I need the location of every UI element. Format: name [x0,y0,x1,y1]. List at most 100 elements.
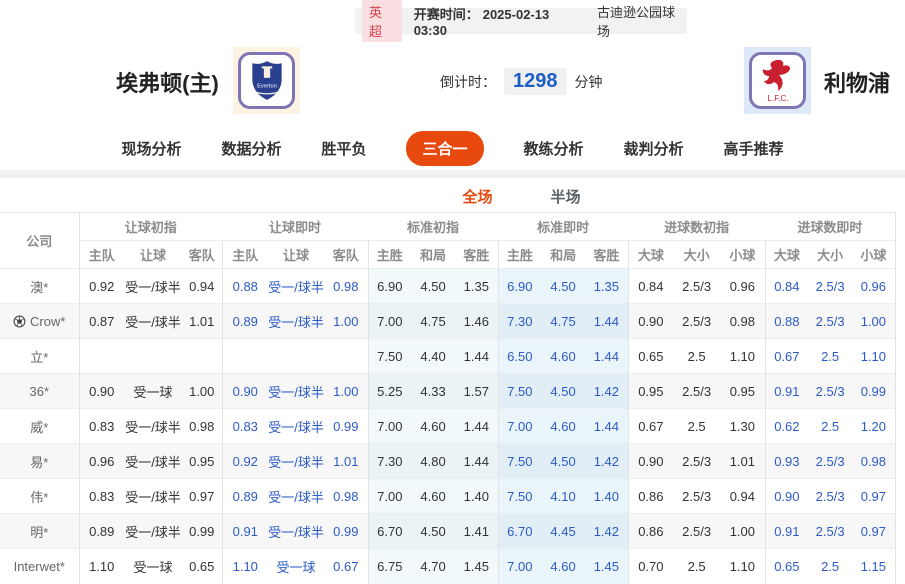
league-badge[interactable]: 英超 [362,0,402,42]
odds-cell[interactable]: 1.44 [585,303,629,339]
nav-tab-5[interactable]: 教练分析 [524,138,584,159]
odds-cell[interactable]: 2.5/3 [673,513,721,549]
odds-cell[interactable]: 4.40 [411,338,456,374]
odds-cell[interactable]: 4.80 [411,443,456,479]
odds-cell[interactable]: 0.92 [221,443,269,479]
company-cell[interactable]: 易* [0,443,80,479]
odds-cell[interactable]: 受一/球半 [268,373,325,409]
nav-tab-6[interactable]: 裁判分析 [624,138,684,159]
odds-cell[interactable]: 0.96 [720,268,766,304]
odds-cell[interactable]: 1.44 [585,408,629,444]
odds-cell[interactable]: 1.10 [720,548,766,584]
odds-cell[interactable]: 0.95 [182,443,223,479]
odds-cell[interactable]: 2.5/3 [808,478,853,514]
odds-cell[interactable]: 6.75 [367,548,412,584]
odds-cell[interactable]: 受一/球半 [268,303,325,339]
odds-cell[interactable]: 7.30 [497,303,542,339]
odds-cell[interactable]: 7.00 [367,478,412,514]
odds-cell[interactable]: 1.01 [720,443,766,479]
odds-cell[interactable]: 受一/球半 [268,478,325,514]
odds-cell[interactable]: 0.98 [182,408,223,444]
odds-cell[interactable]: 4.60 [411,478,456,514]
odds-cell[interactable]: 0.65 [182,548,223,584]
odds-cell[interactable]: 2.5/3 [808,443,853,479]
odds-cell[interactable]: 0.89 [221,478,269,514]
odds-cell[interactable]: 4.60 [541,548,586,584]
company-cell[interactable]: Crow* [0,303,80,339]
odds-cell[interactable]: 7.00 [367,408,412,444]
odds-cell[interactable]: 6.50 [497,338,542,374]
odds-cell[interactable]: 1.35 [585,268,629,304]
odds-cell[interactable]: 受一/球半 [124,408,182,444]
odds-cell[interactable]: 7.00 [497,548,542,584]
odds-cell[interactable]: 1.00 [324,303,369,339]
odds-cell[interactable]: 7.00 [367,303,412,339]
odds-cell[interactable]: 1.44 [585,338,629,374]
odds-cell[interactable]: 1.42 [585,443,629,479]
odds-cell[interactable]: 2.5 [808,548,853,584]
odds-cell[interactable]: 0.97 [182,478,223,514]
odds-cell[interactable]: 受一球 [124,548,182,584]
odds-cell[interactable]: 1.40 [455,478,499,514]
odds-cell[interactable]: 1.30 [720,408,766,444]
odds-cell[interactable]: 6.90 [367,268,412,304]
company-cell[interactable]: 澳* [0,268,80,304]
odds-cell[interactable]: 7.50 [497,478,542,514]
odds-cell[interactable]: 4.10 [541,478,586,514]
odds-cell[interactable]: 1.44 [455,338,499,374]
odds-cell[interactable]: 4.60 [411,408,456,444]
odds-cell[interactable]: 受一/球半 [124,513,182,549]
odds-cell[interactable]: 4.60 [541,408,586,444]
odds-cell[interactable]: 1.01 [182,303,223,339]
odds-cell[interactable]: 1.41 [455,513,499,549]
odds-cell[interactable]: 1.20 [852,408,896,444]
odds-cell[interactable]: 0.90 [764,478,809,514]
odds-cell[interactable]: 4.45 [541,513,586,549]
odds-cell[interactable]: 1.42 [585,513,629,549]
odds-cell[interactable]: 受一/球半 [268,513,325,549]
odds-cell[interactable]: 2.5/3 [673,268,721,304]
odds-cell[interactable]: 0.98 [324,268,369,304]
odds-cell[interactable]: 0.67 [627,408,674,444]
odds-cell[interactable]: 6.70 [497,513,542,549]
odds-cell[interactable]: 2.5 [673,548,721,584]
nav-tab-7[interactable]: 高手推荐 [724,138,784,159]
odds-cell[interactable]: 受一/球半 [268,443,325,479]
odds-cell[interactable]: 1.10 [720,338,766,374]
odds-cell[interactable]: 1.10 [78,548,124,584]
odds-cell[interactable]: 0.99 [182,513,223,549]
nav-tab-2[interactable]: 数据分析 [221,138,281,159]
odds-cell[interactable]: 受一/球半 [124,303,182,339]
odds-cell[interactable]: 0.67 [764,338,809,374]
odds-cell[interactable]: 受一/球半 [124,443,182,479]
odds-cell[interactable]: 0.96 [78,443,124,479]
odds-cell[interactable]: 0.91 [764,373,809,409]
odds-cell[interactable]: 1.44 [455,408,499,444]
odds-cell[interactable]: 0.94 [720,478,766,514]
nav-tab-4[interactable]: 三合一 [406,130,484,166]
company-cell[interactable]: 伟* [0,478,80,514]
odds-cell[interactable]: 0.65 [627,338,674,374]
odds-cell[interactable]: 0.83 [78,408,124,444]
odds-cell[interactable]: 2.5 [808,338,853,374]
odds-cell[interactable]: 受一球 [268,548,325,584]
nav-tab-3[interactable]: 胜平负 [321,138,366,159]
odds-cell[interactable]: 0.89 [78,513,124,549]
odds-cell[interactable]: 4.50 [411,268,456,304]
odds-cell[interactable]: 0.95 [720,373,766,409]
odds-cell[interactable]: 7.50 [497,373,542,409]
odds-cell[interactable]: 4.75 [411,303,456,339]
odds-cell[interactable]: 0.97 [852,478,896,514]
odds-cell[interactable]: 0.86 [627,478,674,514]
odds-cell[interactable]: 0.86 [627,513,674,549]
company-cell[interactable]: 威* [0,408,80,444]
odds-cell[interactable]: 1.00 [720,513,766,549]
odds-cell[interactable]: 1.15 [852,548,896,584]
odds-cell[interactable]: 6.70 [367,513,412,549]
odds-cell[interactable]: 0.83 [78,478,124,514]
odds-cell[interactable]: 0.90 [627,443,674,479]
odds-cell[interactable]: 0.99 [324,513,369,549]
nav-tab-1[interactable]: 现场分析 [121,138,181,159]
odds-cell[interactable]: 1.10 [852,338,896,374]
odds-cell[interactable]: 1.57 [455,373,499,409]
